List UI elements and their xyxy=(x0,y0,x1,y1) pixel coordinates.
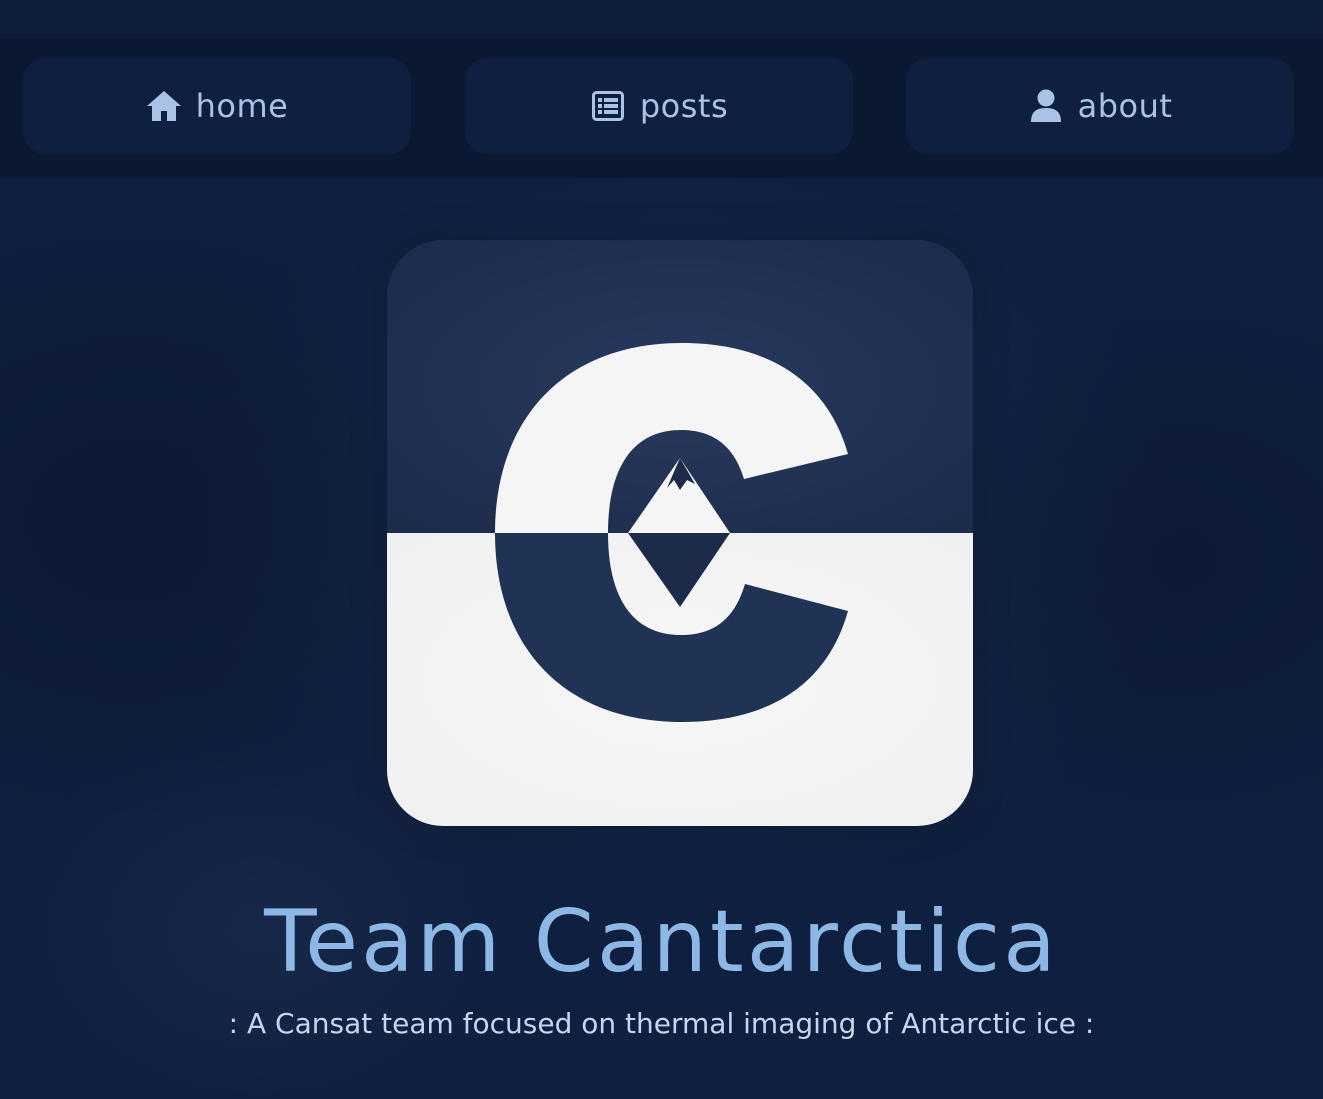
nav-home-button[interactable]: home xyxy=(23,58,411,154)
page-subtitle: : A Cansat team focused on thermal imagi… xyxy=(228,1007,1095,1040)
list-icon xyxy=(590,88,626,124)
nav-about-button[interactable]: about xyxy=(906,58,1294,154)
page-title: Team Cantarctica xyxy=(264,892,1059,992)
nav-about-label: about xyxy=(1077,87,1173,125)
nav-home-label: home xyxy=(195,87,289,125)
user-icon xyxy=(1028,88,1064,124)
home-icon xyxy=(146,88,182,124)
top-strip xyxy=(0,0,1323,38)
nav-posts-button[interactable]: posts xyxy=(465,58,853,154)
nav-posts-label: posts xyxy=(639,87,729,125)
page: home posts about Team Cantarctica: A Ca… xyxy=(0,0,1323,1099)
navbar: home posts about xyxy=(0,38,1323,178)
team-logo xyxy=(387,240,973,826)
